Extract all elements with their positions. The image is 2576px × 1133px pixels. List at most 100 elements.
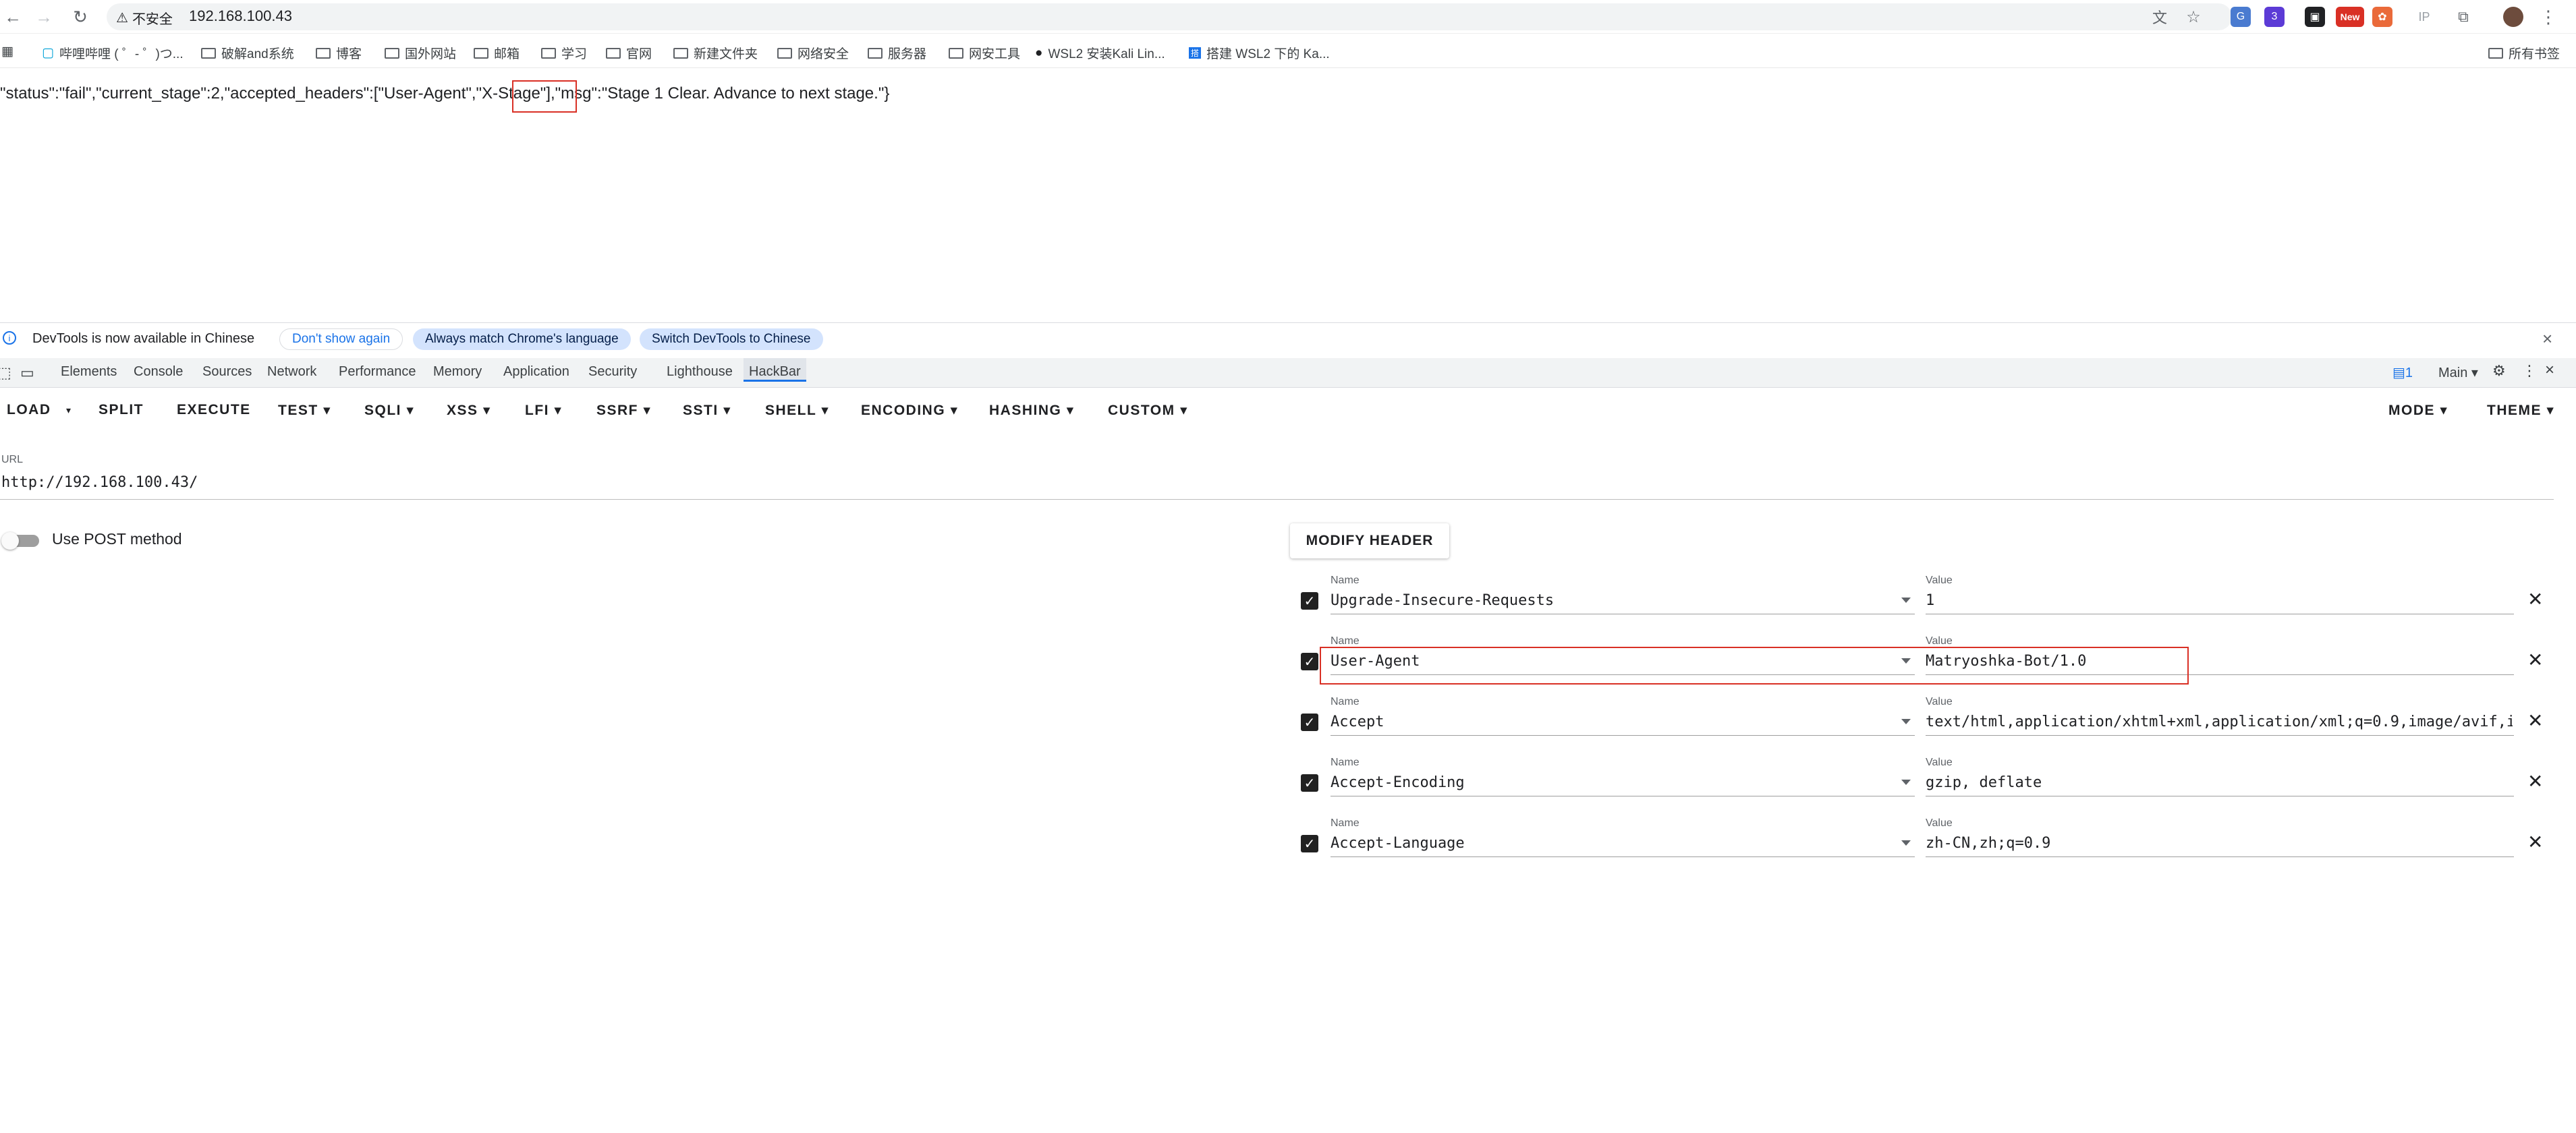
- tab-hackbar[interactable]: HackBar: [744, 358, 806, 382]
- url-input[interactable]: http://192.168.100.43/: [1, 474, 198, 491]
- bookmark-item[interactable]: 网安工具: [949, 44, 1020, 62]
- delete-header-icon[interactable]: ✕: [2527, 709, 2543, 732]
- game-ext-icon[interactable]: ✿: [2372, 7, 2392, 27]
- tab-sources[interactable]: Sources: [202, 364, 252, 380]
- switch-chinese-button[interactable]: Switch DevTools to Chinese: [640, 328, 823, 350]
- header-value-input[interactable]: 1: [1926, 592, 2513, 609]
- header-checkbox[interactable]: ✓: [1301, 774, 1318, 792]
- encoding-menu[interactable]: ENCODING ▾: [861, 402, 959, 419]
- header-checkbox[interactable]: ✓: [1301, 653, 1318, 670]
- address-text[interactable]: 192.168.100.43: [189, 7, 292, 25]
- more-icon[interactable]: ⋮: [2522, 362, 2537, 380]
- all-bookmarks[interactable]: 所有书签: [2488, 44, 2560, 62]
- header-name-input[interactable]: Accept-Language: [1331, 835, 1465, 852]
- always-match-button[interactable]: Always match Chrome's language: [413, 328, 631, 350]
- shell-menu[interactable]: SHELL ▾: [765, 402, 829, 419]
- folder-icon: [474, 47, 488, 59]
- menu-icon[interactable]: ⋮: [2538, 7, 2558, 27]
- header-row: ✓ Name Upgrade-Insecure-Requests Value 1…: [1295, 575, 2557, 634]
- ext-badge-icon[interactable]: 3: [2264, 7, 2285, 27]
- bookmark-item[interactable]: 搭搭建 WSL2 下的 Ka...: [1189, 44, 1330, 62]
- bookmark-item[interactable]: ▢ 哔哩哔哩 ( ゜- ゜)つ...: [42, 44, 184, 62]
- bookmark-item[interactable]: ● WSL2 安装Kali Lin...: [1035, 44, 1165, 62]
- bookmark-item[interactable]: 学习: [541, 44, 587, 62]
- header-name-input[interactable]: Upgrade-Insecure-Requests: [1331, 592, 1554, 609]
- bookmark-item[interactable]: 服务器: [868, 44, 926, 62]
- header-checkbox[interactable]: ✓: [1301, 714, 1318, 731]
- load-button[interactable]: LOAD: [7, 402, 51, 418]
- tab-memory[interactable]: Memory: [433, 364, 482, 380]
- lfi-menu[interactable]: LFI ▾: [525, 402, 562, 419]
- close-devtools-icon[interactable]: ×: [2545, 361, 2554, 380]
- tab-security[interactable]: Security: [588, 364, 637, 380]
- tab-application[interactable]: Application: [503, 364, 569, 380]
- chevron-down-icon[interactable]: [1901, 840, 1911, 846]
- chevron-down-icon[interactable]: [1901, 598, 1911, 603]
- sqli-menu[interactable]: SQLI ▾: [364, 402, 414, 419]
- security-indicator[interactable]: ⚠ 不安全: [116, 8, 173, 28]
- gear-icon[interactable]: ⚙: [2492, 362, 2506, 380]
- delete-header-icon[interactable]: ✕: [2527, 831, 2543, 853]
- bookmark-item[interactable]: 国外网站: [385, 44, 456, 62]
- apps-icon[interactable]: ▦: [1, 44, 13, 59]
- load-dropdown-icon[interactable]: ▾: [66, 405, 72, 416]
- new-badge[interactable]: New: [2336, 7, 2364, 27]
- bookmark-star-icon[interactable]: ☆: [2183, 7, 2204, 27]
- context-select[interactable]: Main ▾: [2438, 364, 2478, 381]
- header-checkbox[interactable]: ✓: [1301, 835, 1318, 852]
- custom-menu[interactable]: CUSTOM ▾: [1108, 402, 1188, 419]
- header-checkbox[interactable]: ✓: [1301, 592, 1318, 610]
- back-icon[interactable]: ←: [0, 4, 26, 30]
- delete-header-icon[interactable]: ✕: [2527, 649, 2543, 671]
- delete-header-icon[interactable]: ✕: [2527, 588, 2543, 610]
- ip-icon[interactable]: IP: [2414, 7, 2434, 27]
- bookmark-item[interactable]: 新建文件夹: [673, 44, 758, 62]
- theme-menu[interactable]: THEME ▾: [2487, 402, 2554, 419]
- test-menu[interactable]: TEST ▾: [278, 402, 331, 419]
- xss-menu[interactable]: XSS ▾: [447, 402, 491, 419]
- delete-header-icon[interactable]: ✕: [2527, 770, 2543, 792]
- folder-icon: [949, 47, 963, 59]
- reload-icon[interactable]: ↻: [67, 4, 93, 30]
- inspect-icon[interactable]: ⬚: [0, 364, 11, 382]
- bookmark-item[interactable]: 网络安全: [777, 44, 849, 62]
- ssrf-menu[interactable]: SSRF ▾: [596, 402, 651, 419]
- device-icon[interactable]: ▭: [20, 364, 34, 382]
- modify-header-button[interactable]: MODIFY HEADER: [1290, 523, 1449, 558]
- bookmark-item[interactable]: 破解and系统: [201, 44, 294, 62]
- issues-badge[interactable]: ▤1: [2392, 364, 2413, 381]
- tab-performance[interactable]: Performance: [339, 364, 416, 380]
- chevron-down-icon[interactable]: [1901, 719, 1911, 724]
- puzzle-icon[interactable]: ⧉: [2453, 7, 2473, 27]
- header-name-input[interactable]: Accept-Encoding: [1331, 774, 1465, 791]
- header-name-input[interactable]: Accept: [1331, 714, 1384, 730]
- address-bar[interactable]: [107, 3, 2232, 30]
- bookmark-item[interactable]: 博客: [316, 44, 362, 62]
- tab-elements[interactable]: Elements: [61, 364, 117, 380]
- site-icon: 搭: [1189, 47, 1202, 59]
- header-value-input[interactable]: zh-CN,zh;q=0.9: [1926, 835, 2513, 852]
- value-underline: [1926, 735, 2514, 736]
- translate-icon[interactable]: 文: [2150, 7, 2170, 27]
- header-value-input[interactable]: gzip, deflate: [1926, 774, 2513, 791]
- dont-show-button[interactable]: Don't show again: [279, 328, 403, 350]
- mode-menu[interactable]: MODE ▾: [2388, 402, 2448, 419]
- bookmark-item[interactable]: 官网: [606, 44, 652, 62]
- tab-lighthouse[interactable]: Lighthouse: [667, 364, 733, 380]
- post-method-toggle[interactable]: [1, 532, 39, 550]
- hackbar-toolbar: LOAD ▾ SPLIT EXECUTE TEST ▾ SQLI ▾ XSS ▾…: [0, 393, 2576, 430]
- tab-console[interactable]: Console: [134, 364, 183, 380]
- close-icon[interactable]: ×: [2542, 328, 2552, 349]
- chevron-down-icon[interactable]: [1901, 780, 1911, 785]
- ssti-menu[interactable]: SSTI ▾: [683, 402, 731, 419]
- bookmark-item[interactable]: 邮箱: [474, 44, 520, 62]
- avatar[interactable]: [2503, 7, 2523, 27]
- media-ext-icon[interactable]: ▣: [2305, 7, 2325, 27]
- split-button[interactable]: SPLIT: [99, 402, 144, 418]
- header-value-input[interactable]: text/html,application/xhtml+xml,applicat…: [1926, 714, 2513, 730]
- translate-ext-icon[interactable]: G: [2231, 7, 2251, 27]
- execute-button[interactable]: EXECUTE: [177, 402, 251, 418]
- tab-network[interactable]: Network: [267, 364, 316, 380]
- forward-icon[interactable]: →: [31, 4, 57, 30]
- hashing-menu[interactable]: HASHING ▾: [989, 402, 1075, 419]
